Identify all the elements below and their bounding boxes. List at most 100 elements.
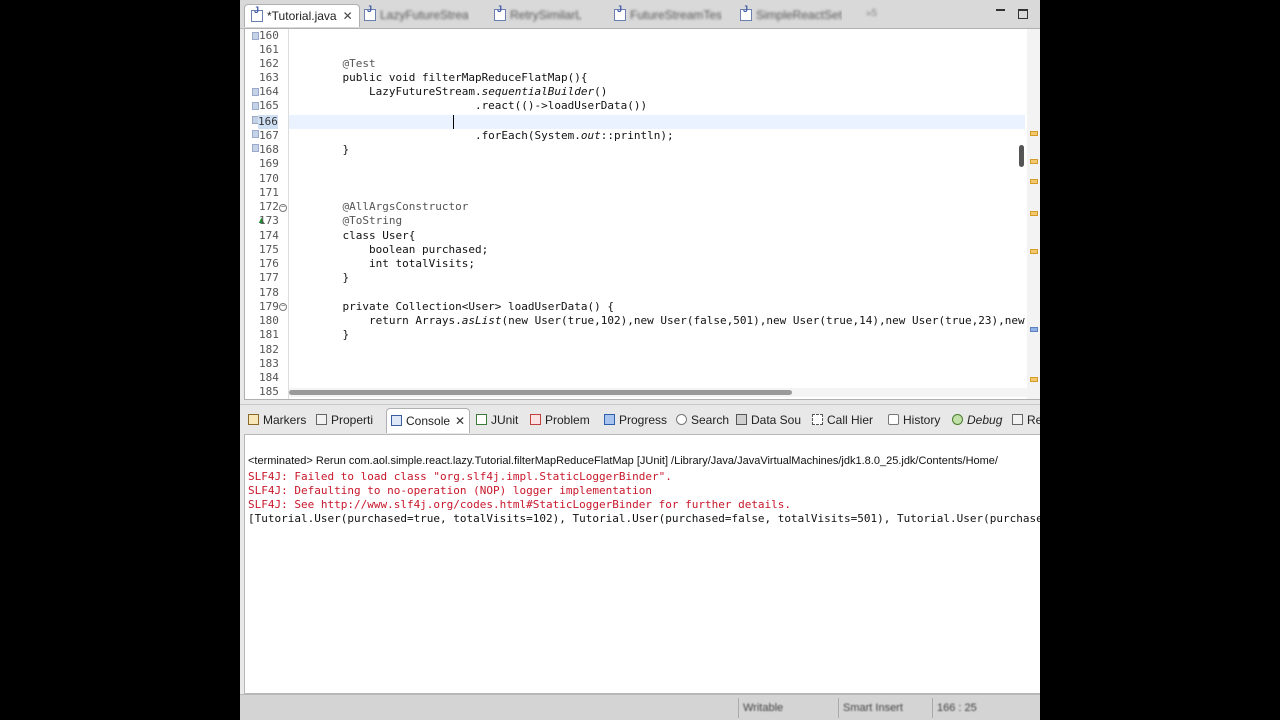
- line-number: 185: [259, 385, 279, 398]
- warning-marker-icon[interactable]: [1030, 179, 1038, 184]
- quick-diff-marker: [252, 130, 259, 138]
- console-line: SLF4J: Defaulting to no-operation (NOP) …: [248, 484, 652, 497]
- code-token: (new User(true,102),new User(false,501),…: [501, 314, 1025, 327]
- code-line: return Arrays.asList(new User(true,102),…: [316, 314, 1027, 328]
- quick-diff-marker: [252, 144, 259, 152]
- line-number: 182: [259, 343, 279, 356]
- code-line: }: [316, 328, 350, 341]
- line-number: 172: [259, 200, 279, 213]
- junit-icon: [476, 414, 487, 425]
- horizontal-scrollbar[interactable]: [289, 388, 1027, 397]
- tab-retrysimilar[interactable]: RetrySimilarL: [494, 4, 582, 26]
- code-line: @AllArgsConstructor: [316, 200, 469, 213]
- console-output[interactable]: <terminated> Rerun com.aol.simple.react.…: [244, 434, 1040, 694]
- warning-marker-icon[interactable]: [1030, 159, 1038, 164]
- minimize-icon[interactable]: [996, 9, 1005, 11]
- code-token: (): [594, 85, 608, 98]
- console-line: SLF4J: Failed to load class "org.slf4j.i…: [248, 470, 672, 483]
- warning-marker-icon[interactable]: [1030, 211, 1038, 216]
- history-icon: [888, 414, 899, 425]
- line-number: 173: [259, 214, 279, 227]
- line-number: 176: [259, 257, 279, 270]
- tab-futurestreamtest[interactable]: FutureStreamTes: [614, 4, 722, 26]
- tab-debug[interactable]: Debug: [952, 408, 1002, 432]
- tab-call-hierarchy[interactable]: Call Hier: [812, 408, 873, 432]
- close-icon[interactable]: ✕: [343, 9, 353, 23]
- ide-window: *Tutorial.java✕ LazyFutureStrea RetrySim…: [240, 0, 1040, 720]
- progress-icon: [604, 414, 615, 425]
- maximize-icon[interactable]: [1018, 9, 1028, 19]
- vertical-scroll-thumb[interactable]: [1019, 145, 1024, 167]
- tab-junit[interactable]: JUnit: [476, 408, 518, 432]
- code-token-static-field: out: [580, 129, 601, 142]
- line-number: 163: [259, 71, 279, 84]
- console-icon: [391, 415, 402, 426]
- line-number: 174: [259, 229, 279, 242]
- call-hierarchy-icon: [812, 414, 823, 425]
- warning-marker-icon[interactable]: [1030, 249, 1038, 254]
- overview-ruler[interactable]: [1027, 29, 1040, 399]
- java-file-icon: [251, 5, 263, 22]
- line-number: 180: [259, 314, 279, 327]
- vertical-scrollbar[interactable]: [1017, 29, 1026, 389]
- code-token: .forEach(System.: [316, 129, 581, 142]
- line-number: 177: [259, 271, 279, 284]
- console-line: [Tutorial.User(purchased=true, totalVisi…: [248, 512, 1040, 525]
- code-area[interactable]: @Test public void filterMapReduceFlatMap…: [289, 29, 1027, 389]
- properties-icon: [316, 414, 327, 425]
- console-line: SLF4J: See http://www.slf4j.org/codes.ht…: [248, 498, 792, 511]
- tab-search[interactable]: Search: [676, 408, 729, 432]
- java-file-icon: [364, 4, 376, 21]
- code-token-static-method: sequentialBuilder: [481, 85, 595, 98]
- code-token: LazyFutureStream.: [316, 85, 482, 98]
- line-number: 171: [259, 186, 279, 199]
- tab-simplereactset[interactable]: SimpleReactSet: [740, 4, 842, 26]
- line-number: 167: [259, 129, 279, 142]
- tab-remote[interactable]: Re: [1012, 408, 1040, 432]
- line-number: 175: [259, 243, 279, 256]
- tab-console[interactable]: Console ✕: [386, 408, 471, 433]
- code-editor[interactable]: ▲ − − 160 161 162 163 164 165 166 167 16…: [244, 28, 1040, 400]
- code-line: private Collection<User> loadUserData() …: [316, 300, 615, 313]
- line-number: 168: [259, 143, 279, 156]
- tab-history[interactable]: History: [888, 408, 940, 432]
- tab-properties[interactable]: Properti: [316, 408, 373, 432]
- java-file-icon: [494, 4, 506, 21]
- code-token-static-method: asList: [461, 314, 502, 327]
- code-line: public void filterMapReduceFlatMap(){: [316, 71, 588, 84]
- line-number: 169: [259, 157, 279, 170]
- close-icon[interactable]: ✕: [455, 414, 465, 428]
- horizontal-scroll-thumb[interactable]: [289, 390, 792, 395]
- tab-problems[interactable]: Problem: [530, 408, 590, 432]
- line-number: 184: [259, 371, 279, 384]
- line-number: 179: [259, 300, 279, 313]
- code-line: }: [316, 271, 350, 284]
- quick-diff-marker: [252, 88, 259, 96]
- line-number: 162: [259, 57, 279, 70]
- remote-icon: [1012, 414, 1023, 425]
- text-caret: [453, 115, 454, 129]
- current-line-number: 166: [258, 115, 278, 129]
- problems-icon: [530, 414, 541, 425]
- code-line: }: [316, 143, 350, 156]
- code-line: .forEach(System.out::println);: [316, 129, 674, 143]
- info-marker-icon[interactable]: [1030, 327, 1038, 332]
- search-icon: [676, 414, 687, 425]
- line-number: 183: [259, 357, 279, 370]
- quick-diff-marker: [252, 102, 259, 110]
- current-line-highlight: [289, 115, 1025, 129]
- tab-progress[interactable]: Progress: [604, 408, 667, 432]
- tab-data-source[interactable]: Data Sou: [736, 408, 801, 432]
- tab-markers[interactable]: Markers: [248, 408, 306, 432]
- tab-lazyfuturestream[interactable]: LazyFutureStrea: [364, 4, 469, 26]
- code-line: int totalVisits;: [316, 257, 475, 270]
- tab-overflow-indicator[interactable]: »5: [866, 8, 877, 19]
- line-number: 181: [259, 328, 279, 341]
- warning-marker-icon[interactable]: [1030, 131, 1038, 136]
- warning-marker-icon[interactable]: [1030, 377, 1038, 382]
- java-file-icon: [740, 4, 752, 21]
- markers-icon: [248, 414, 259, 425]
- tab-tutorial-java[interactable]: *Tutorial.java✕: [244, 4, 360, 27]
- status-insert-mode[interactable]: Smart Insert: [838, 698, 931, 718]
- line-number: 164: [259, 85, 279, 98]
